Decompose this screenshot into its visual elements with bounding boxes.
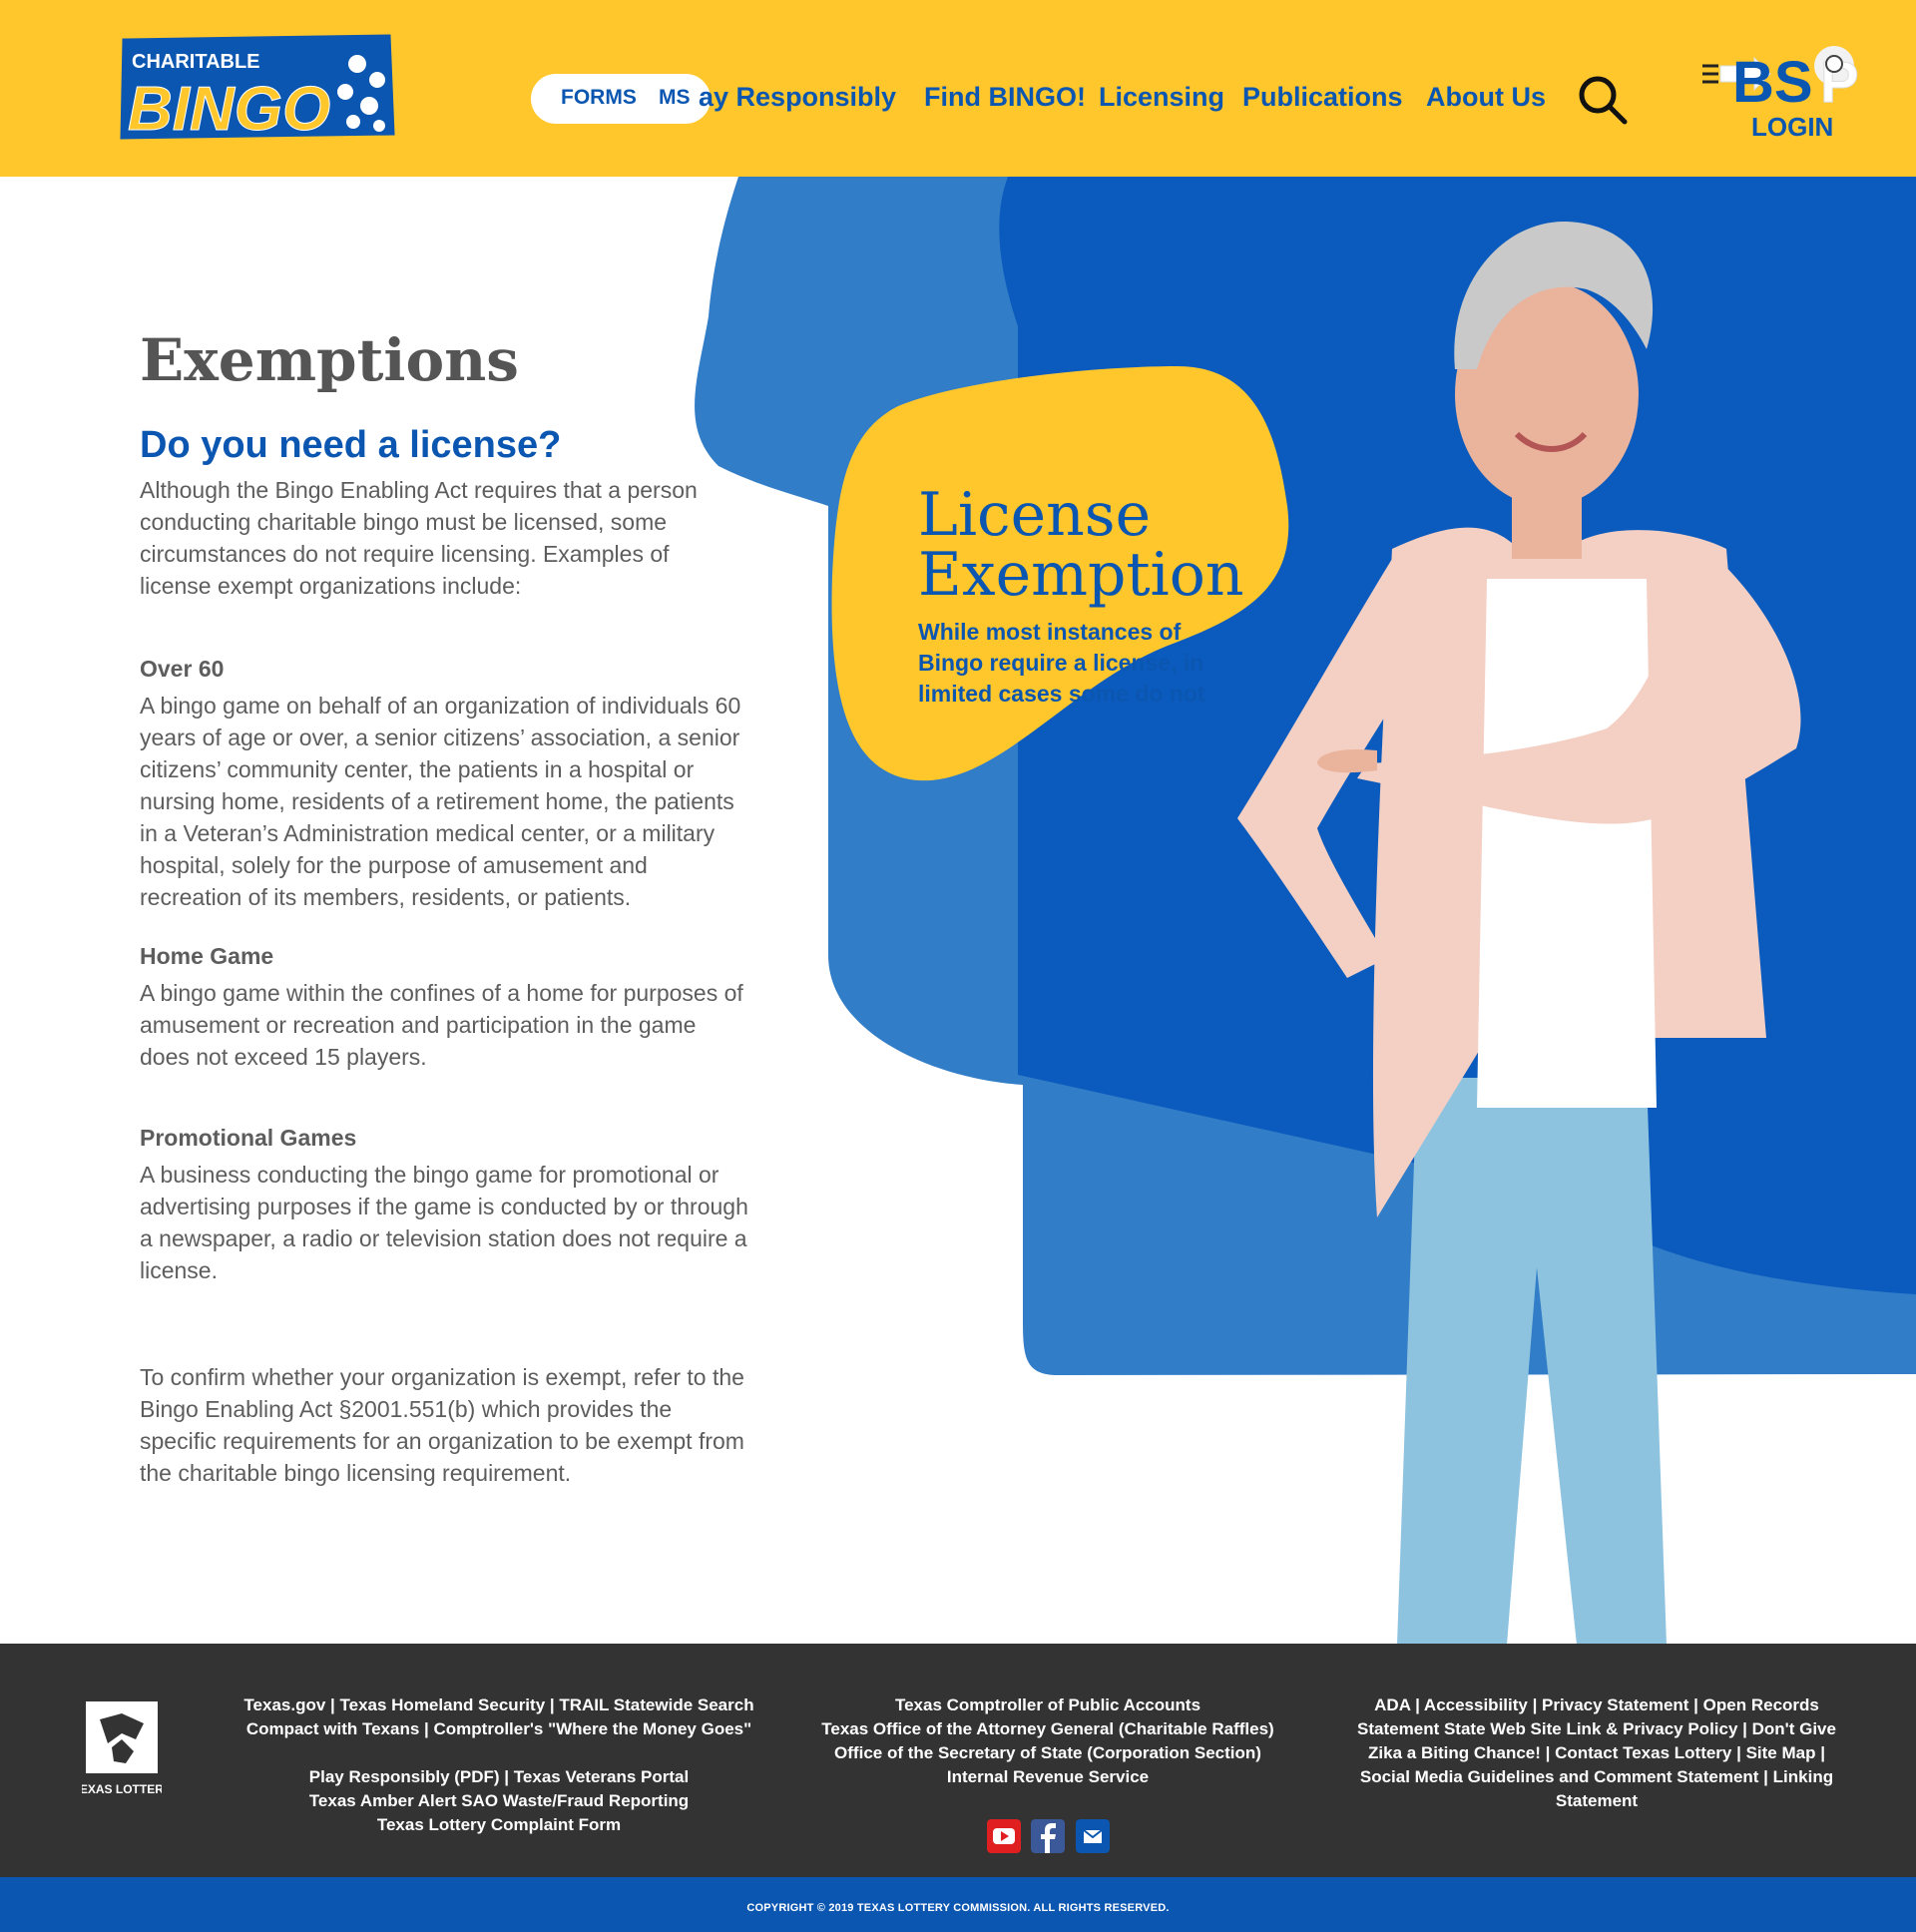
footer-links-column-2: Texas Comptroller of Public Accounts Tex… <box>778 1693 1317 1789</box>
footer-link[interactable]: Office of the Secretary of State (Corpor… <box>778 1741 1317 1765</box>
youtube-icon[interactable] <box>987 1819 1021 1853</box>
footer-spacer <box>220 1741 778 1765</box>
badge-subtitle: While most instances of Bingo require a … <box>918 619 1205 707</box>
section-title-home-game: Home Game <box>140 943 274 969</box>
footer-link[interactable]: Texas.gov | Texas Homeland Security | TR… <box>220 1693 778 1717</box>
footer-links-column-1: Texas.gov | Texas Homeland Security | TR… <box>220 1693 778 1837</box>
nav-licensing[interactable]: Licensing <box>1099 82 1224 113</box>
section-text-over-60: A bingo game on behalf of an organizatio… <box>140 693 741 910</box>
footer-link[interactable]: Compact with Texans | Comptroller's "Whe… <box>220 1717 778 1741</box>
footer-link[interactable]: Texas Office of the Attorney General (Ch… <box>778 1717 1317 1741</box>
badge-title: License Exemption <box>918 485 1244 605</box>
nav-forms[interactable]: FORMS <box>561 86 637 110</box>
footer-link[interactable]: Texas Amber Alert SAO Waste/Fraud Report… <box>220 1789 778 1813</box>
logo-main-text: BINGO <box>128 75 330 142</box>
texas-lottery-logo-text: TEXAS LOTTERY <box>82 1782 162 1796</box>
footer-link[interactable]: Zika a Biting Chance! | Contact Texas Lo… <box>1337 1741 1856 1765</box>
footer-link[interactable]: Play Responsibly (PDF) | Texas Veterans … <box>220 1765 778 1789</box>
copyright-text: COPYRIGHT © 2019 TEXAS LOTTERY COMMISSIO… <box>746 1902 1170 1914</box>
nav-play-responsibly[interactable]: ay Responsibly <box>699 82 896 113</box>
page-title: Exemptions <box>140 326 519 394</box>
nav-forms-cut-text: MS <box>659 86 691 109</box>
footer-link[interactable]: ADA | Accessibility | Privacy Statement … <box>1337 1693 1856 1717</box>
footer-link[interactable]: Social Media Guidelines and Comment Stat… <box>1337 1765 1856 1789</box>
main-content: Exemptions Do you need a license? Althou… <box>140 324 748 1489</box>
nav-publications[interactable]: Publications <box>1242 82 1403 113</box>
email-icon[interactable] <box>1076 1819 1110 1853</box>
nav-find-bingo[interactable]: Find BINGO! <box>924 82 1086 113</box>
footer-link[interactable]: Internal Revenue Service <box>778 1765 1317 1789</box>
svg-text:BS: BS <box>1732 50 1813 108</box>
bsp-logo[interactable]: BS P <box>1696 44 1860 108</box>
footer-link[interactable]: Texas Comptroller of Public Accounts <box>778 1693 1317 1717</box>
footer-links-column-3: ADA | Accessibility | Privacy Statement … <box>1337 1693 1856 1813</box>
footer-link[interactable]: Statement <box>1337 1789 1856 1813</box>
nav-about-us[interactable]: About Us <box>1426 82 1546 113</box>
intro-paragraph: Although the Bingo Enabling Act requires… <box>140 477 698 599</box>
section-title-promotional-games: Promotional Games <box>140 1125 357 1151</box>
facebook-icon[interactable] <box>1031 1819 1065 1853</box>
badge-title-line1: License <box>918 480 1152 550</box>
smiling-woman-photo <box>1237 221 1801 1645</box>
section-text-home-game: A bingo game within the confines of a ho… <box>140 980 743 1070</box>
charitable-bingo-logo[interactable]: CHARITABLE BINGO <box>118 34 397 142</box>
badge-title-line2: Exemption <box>918 540 1244 610</box>
search-icon[interactable] <box>1577 74 1629 126</box>
confirm-paragraph: To confirm whether your organization is … <box>140 1364 744 1486</box>
texas-lottery-logo[interactable]: TEXAS LOTTERY <box>82 1699 162 1805</box>
footer-link[interactable]: Texas Lottery Complaint Form <box>220 1813 778 1837</box>
section-text-promotional-games: A business conducting the bingo game for… <box>140 1162 748 1283</box>
logo-top-text: CHARITABLE <box>132 51 260 73</box>
footer-link[interactable]: Statement State Web Site Link & Privacy … <box>1337 1717 1856 1741</box>
login-link[interactable]: LOGIN <box>1751 112 1833 143</box>
license-question-heading: Do you need a license? <box>140 424 562 466</box>
section-title-over-60: Over 60 <box>140 656 225 682</box>
